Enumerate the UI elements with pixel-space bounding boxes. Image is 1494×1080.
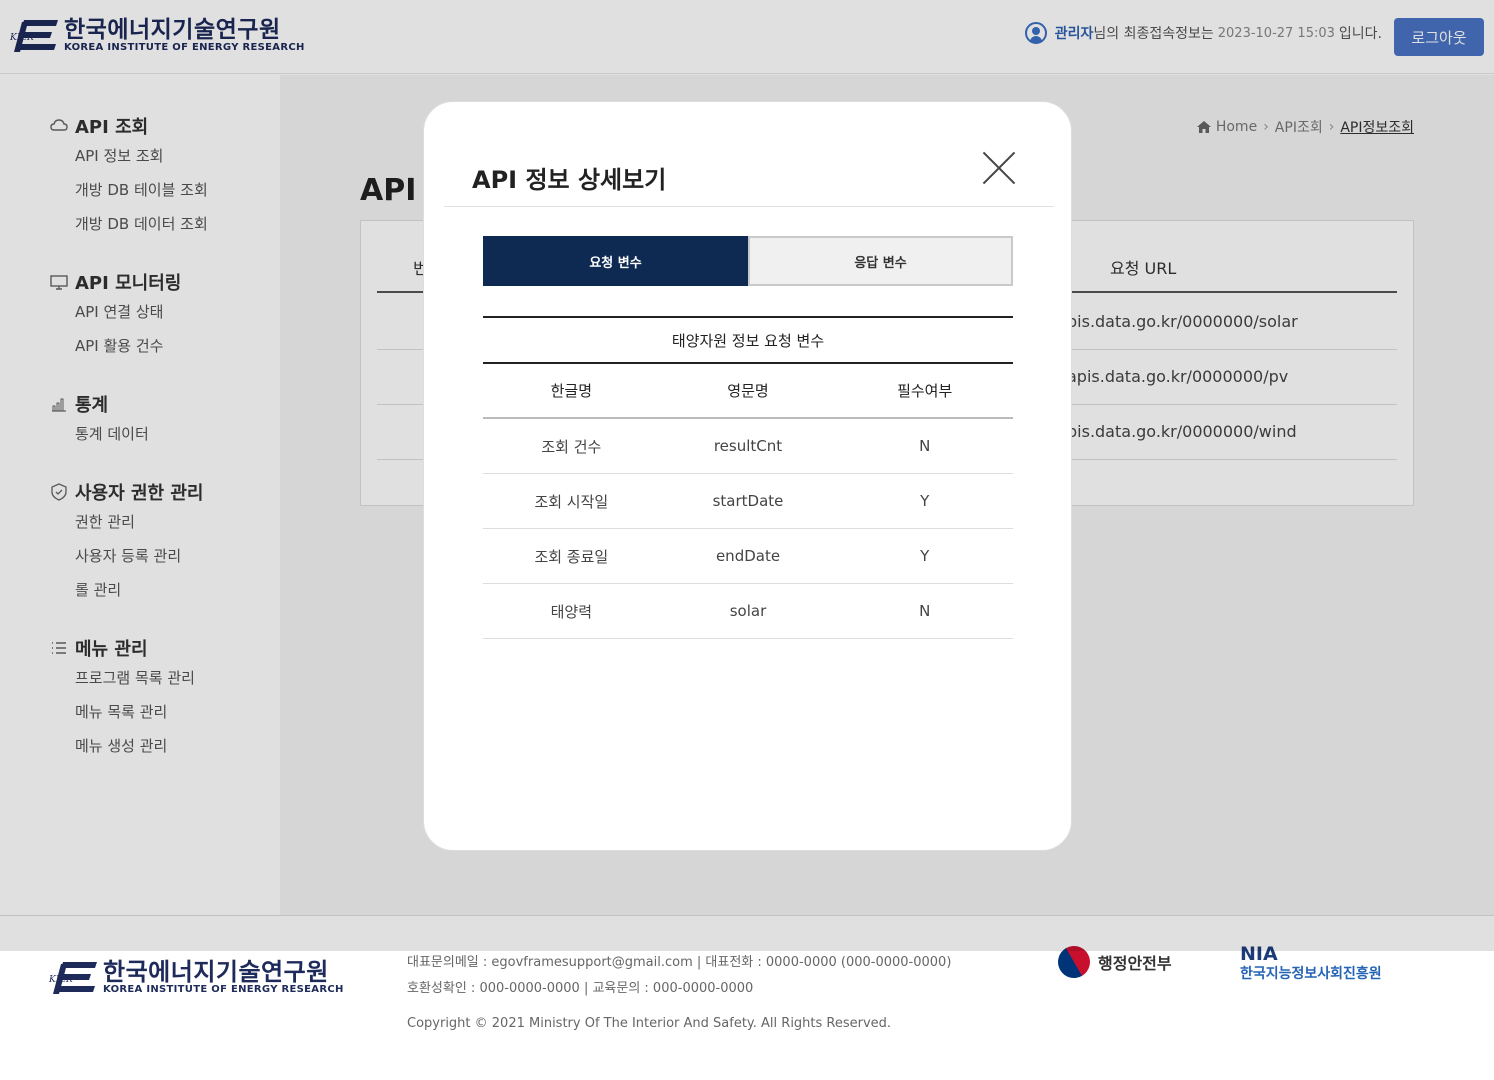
footer-logo-korean: 한국에너지기술연구원: [103, 958, 329, 986]
cell-english-name: solar: [729, 602, 767, 620]
param-table: 태양자원 정보 요청 변수 한글명 영문명 필수여부 조회 건수 resultC…: [483, 316, 1013, 639]
footer-logo: KIER 한국에너지기술연구원 KOREA INSTITUTE OF ENERG…: [47, 958, 344, 998]
nia-name: 한국지능정보사회진흥원: [1240, 966, 1382, 982]
param-table-header: 한글명 영문명 필수여부: [483, 364, 1013, 419]
cell-english-name: endDate: [715, 547, 781, 565]
column-header-korean-name: 한글명: [550, 382, 593, 400]
cell-korean-name: 조회 시작일: [534, 492, 609, 511]
footer-contact-line2: 호환성확인 : 000-0000-0000 | 교육문의 : 000-0000-…: [407, 981, 754, 996]
column-header-english-name: 영문명: [727, 382, 769, 400]
kier-logo-icon: KIER: [48, 962, 97, 994]
cell-korean-name: 조회 건수: [541, 437, 602, 456]
footer-logo-english: KOREA INSTITUTE OF ENERGY RESEARCH: [103, 984, 344, 995]
logo-mark-text: KIER: [48, 975, 73, 985]
gov-name: 행정안전부: [1098, 954, 1172, 973]
table-row: 조회 건수 resultCnt N: [483, 419, 1013, 474]
close-icon[interactable]: [981, 150, 1017, 186]
table-row: 태양력 solar N: [483, 584, 1013, 639]
cell-required: N: [919, 602, 931, 620]
modal-title: API 정보 상세보기: [472, 166, 667, 194]
footer-contact-line1: 대표문의메일 : egovframesupport@gmail.com | 대표…: [407, 955, 952, 970]
cell-required: N: [919, 437, 931, 455]
tab-request-params[interactable]: 요청 변수: [483, 236, 748, 286]
cell-korean-name: 조회 종료일: [534, 547, 609, 566]
cell-required: Y: [920, 547, 930, 565]
cell-english-name: startDate: [712, 492, 784, 510]
cell-required: Y: [920, 492, 930, 510]
cell-english-name: resultCnt: [713, 437, 783, 455]
footer-contact: 대표문의메일 : egovframesupport@gmail.com | 대표…: [407, 950, 951, 1002]
footer-copyright: Copyright © 2021 Ministry Of The Interio…: [407, 1016, 892, 1031]
column-header-required: 필수여부: [897, 382, 953, 400]
api-detail-modal: API 정보 상세보기 요청 변수 응답 변수 태양자원 정보 요청 변수 한글…: [423, 101, 1072, 851]
param-table-caption: 태양자원 정보 요청 변수: [483, 316, 1013, 364]
modal-divider: [444, 206, 1054, 207]
cell-korean-name: 태양력: [550, 602, 593, 621]
modal-tabs: 요청 변수 응답 변수: [483, 236, 1013, 286]
table-row: 조회 시작일 startDate Y: [483, 474, 1013, 529]
tab-response-params[interactable]: 응답 변수: [748, 236, 1013, 286]
table-row: 조회 종료일 endDate Y: [483, 529, 1013, 584]
